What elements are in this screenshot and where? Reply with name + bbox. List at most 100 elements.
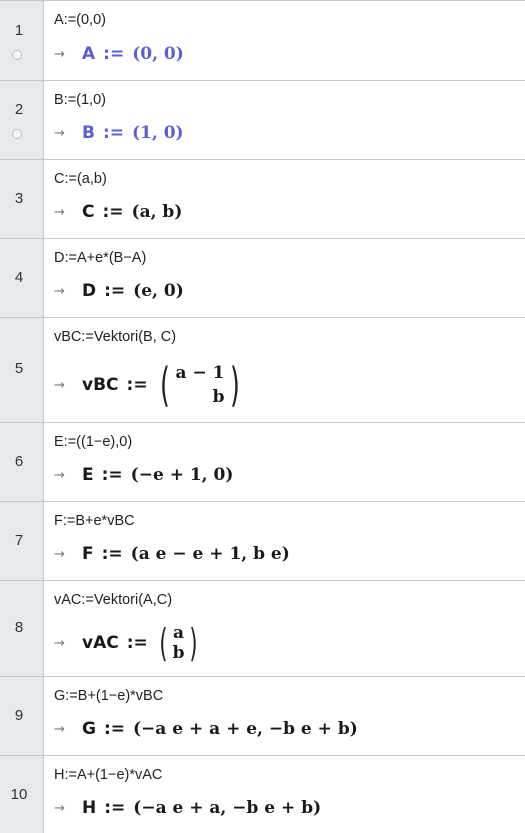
cas-cell[interactable]: A:=(0,0) → A := (0, 0) — [44, 1, 525, 80]
input-expression[interactable]: G:=B+(1−e)*vBC — [54, 688, 163, 704]
arrow-icon: → — [54, 467, 65, 483]
arrow-icon: → — [54, 46, 65, 62]
cas-view: 1 A:=(0,0) → A := (0, 0) 2 B:=(1,0) → B … — [0, 0, 525, 833]
output-result: → G := (−a e + a + e, −b e + b) — [54, 719, 358, 739]
right-paren: ) — [230, 358, 241, 412]
column-vector: ( a b ) — [156, 621, 202, 665]
cas-cell[interactable]: B:=(1,0) → B := (1, 0) — [44, 81, 525, 159]
output-result: → F := (a e − e + 1, b e) — [54, 544, 290, 564]
assign-operator: := — [103, 44, 125, 64]
output-name: C — [82, 202, 95, 222]
row-number: 1 — [14, 22, 24, 39]
arrow-icon: → — [54, 800, 65, 816]
vector-entries: a b — [171, 623, 187, 663]
assign-operator: := — [104, 798, 126, 818]
cas-cell[interactable]: F:=B+e*vBC → F := (a e − e + 1, b e) — [44, 502, 525, 580]
cas-cell[interactable]: H:=A+(1−e)*vAC → H := (−a e + a, −b e + … — [44, 756, 525, 833]
row-number: 8 — [14, 619, 24, 636]
arrow-icon: → — [54, 204, 65, 220]
output-name: B — [82, 123, 95, 143]
input-expression[interactable]: F:=B+e*vBC — [54, 513, 135, 529]
cas-row[interactable]: 7 F:=B+e*vBC → F := (a e − e + 1, b e) — [0, 502, 525, 581]
arrow-icon: → — [54, 721, 65, 737]
cas-row[interactable]: 8 vAC:=Vektori(A,C) → vAC := ( a b ) — [0, 581, 525, 677]
output-name: vAC — [82, 633, 119, 653]
output-value: (−e + 1, 0) — [130, 465, 234, 485]
vector-entries: a − 1 b — [174, 361, 227, 409]
output-result: → H := (−a e + a, −b e + b) — [54, 798, 321, 818]
cas-cell[interactable]: D:=A+e*(B−A) → D := (e, 0) — [44, 239, 525, 317]
visibility-toggle-icon[interactable] — [12, 50, 22, 60]
cas-row[interactable]: 9 G:=B+(1−e)*vBC → G := (−a e + a + e, −… — [0, 677, 525, 756]
assign-operator: := — [126, 375, 148, 395]
left-paren: ( — [159, 621, 168, 665]
output-value: (a, b) — [131, 202, 183, 222]
column-vector: ( a − 1 b ) — [156, 358, 245, 412]
output-value: (−a e + a, −b e + b) — [133, 798, 322, 818]
input-expression[interactable]: C:=(a,b) — [54, 171, 107, 187]
row-number: 9 — [14, 707, 24, 724]
row-number: 10 — [10, 786, 28, 803]
row-header[interactable]: 2 — [0, 81, 44, 159]
row-header[interactable]: 1 — [0, 1, 44, 80]
cas-row[interactable]: 6 E:=((1−e),0) → E := (−e + 1, 0) — [0, 423, 525, 502]
output-result: → E := (−e + 1, 0) — [54, 465, 233, 485]
output-result: → B := (1, 0) — [54, 123, 184, 143]
row-number: 7 — [14, 532, 24, 549]
cas-row[interactable]: 3 C:=(a,b) → C := (a, b) — [0, 160, 525, 239]
output-value: (1, 0) — [132, 123, 184, 143]
output-value: (−a e + a + e, −b e + b) — [133, 719, 358, 739]
cas-cell[interactable]: E:=((1−e),0) → E := (−e + 1, 0) — [44, 423, 525, 501]
output-result: → vBC := ( a − 1 b ) — [54, 358, 244, 412]
input-expression[interactable]: D:=A+e*(B−A) — [54, 250, 146, 266]
input-expression[interactable]: E:=((1−e),0) — [54, 434, 132, 450]
arrow-icon: → — [54, 377, 65, 393]
cas-cell[interactable]: C:=(a,b) → C := (a, b) — [44, 160, 525, 238]
output-value: (0, 0) — [132, 44, 184, 64]
input-expression[interactable]: A:=(0,0) — [54, 12, 106, 28]
output-name: E — [82, 465, 94, 485]
row-header[interactable]: 6 — [0, 423, 44, 501]
output-value: (e, 0) — [133, 281, 184, 301]
cas-row[interactable]: 1 A:=(0,0) → A := (0, 0) — [0, 1, 525, 81]
row-header[interactable]: 5 — [0, 318, 44, 422]
assign-operator: := — [103, 719, 126, 739]
input-expression[interactable]: H:=A+(1−e)*vAC — [54, 767, 162, 783]
assign-operator: := — [102, 202, 124, 222]
row-number: 6 — [14, 453, 24, 470]
output-value: (a e − e + 1, b e) — [130, 544, 290, 564]
cas-cell[interactable]: vAC:=Vektori(A,C) → vAC := ( a b ) — [44, 581, 525, 676]
row-number: 5 — [14, 360, 24, 377]
vector-entry: a — [173, 623, 185, 643]
row-header[interactable]: 3 — [0, 160, 44, 238]
cas-row[interactable]: 5 vBC:=Vektori(B, C) → vBC := ( a − 1 b … — [0, 318, 525, 423]
arrow-icon: → — [54, 635, 65, 651]
output-result: → D := (e, 0) — [54, 281, 184, 301]
cas-row[interactable]: 2 B:=(1,0) → B := (1, 0) — [0, 81, 525, 160]
row-header[interactable]: 10 — [0, 756, 44, 833]
output-name: A — [82, 44, 96, 64]
assign-operator: := — [126, 633, 148, 653]
input-expression[interactable]: vAC:=Vektori(A,C) — [54, 592, 172, 608]
output-result: → vAC := ( a b ) — [54, 621, 201, 665]
vector-entry: a − 1 — [175, 363, 225, 383]
row-header[interactable]: 4 — [0, 239, 44, 317]
assign-operator: := — [104, 281, 126, 301]
output-result: → A := (0, 0) — [54, 44, 184, 64]
row-number: 4 — [14, 269, 24, 286]
output-name: F — [82, 544, 94, 564]
input-expression[interactable]: B:=(1,0) — [54, 92, 106, 108]
cas-row[interactable]: 4 D:=A+e*(B−A) → D := (e, 0) — [0, 239, 525, 318]
cas-cell[interactable]: G:=B+(1−e)*vBC → G := (−a e + a + e, −b … — [44, 677, 525, 755]
input-expression[interactable]: vBC:=Vektori(B, C) — [54, 329, 176, 345]
vector-entry: b — [212, 387, 225, 407]
row-header[interactable]: 8 — [0, 581, 44, 676]
row-header[interactable]: 7 — [0, 502, 44, 580]
cas-cell[interactable]: vBC:=Vektori(B, C) → vBC := ( a − 1 b ) — [44, 318, 525, 422]
row-header[interactable]: 9 — [0, 677, 44, 755]
cas-row[interactable]: 10 H:=A+(1−e)*vAC → H := (−a e + a, −b e… — [0, 756, 525, 833]
assign-operator: := — [102, 123, 125, 143]
right-paren: ) — [189, 621, 198, 665]
visibility-toggle-icon[interactable] — [12, 129, 22, 139]
left-paren: ( — [159, 358, 170, 412]
